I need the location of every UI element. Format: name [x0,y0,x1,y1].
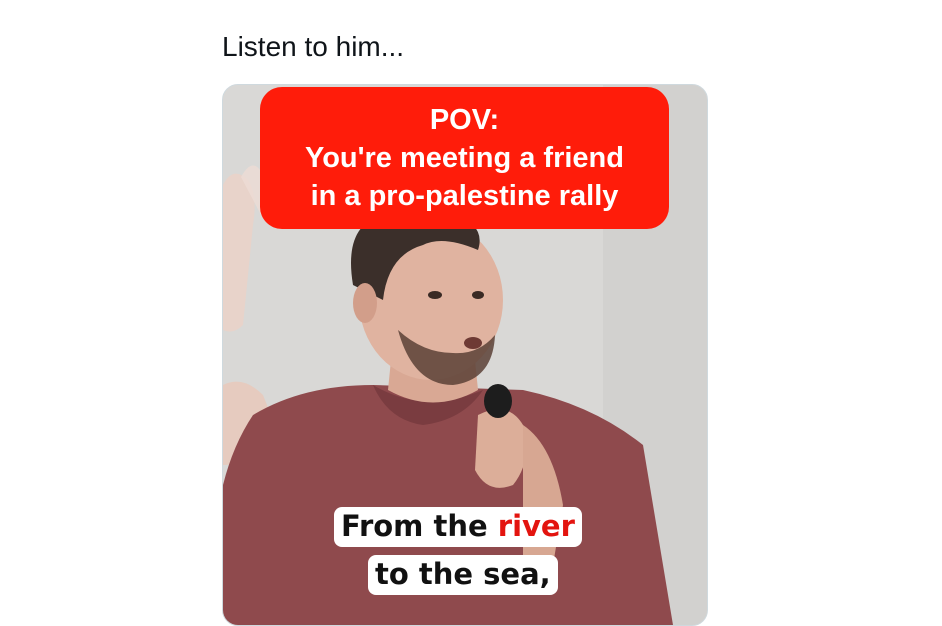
subtitle-highlight-word: river [497,509,575,543]
subtitle-line-1-text: From the [341,509,498,543]
subtitle-line-2: to the sea, [368,555,558,595]
subtitle-line-1: From the river [334,507,582,547]
caption-pov-line-2: You're meeting a friend [305,142,624,174]
video-player[interactable]: POV: You're meeting a friend in a pro-pa… [222,84,708,626]
caption-pov-line-3: in a pro-palestine rally [310,180,619,212]
caption-pov-banner: POV: You're meeting a friend in a pro-pa… [260,87,669,229]
post-text: Listen to him... [222,31,405,62]
caption-pov-line-1: POV: [429,104,500,136]
